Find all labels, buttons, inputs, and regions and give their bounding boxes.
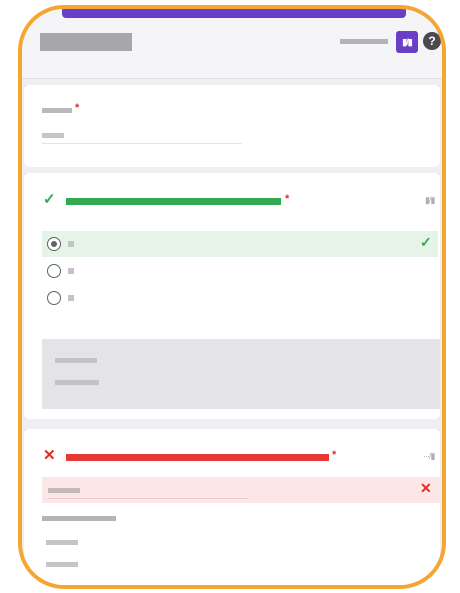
option-label <box>68 295 74 301</box>
help-icon[interactable]: ? <box>423 32 441 50</box>
required-mark: * <box>332 449 337 461</box>
option-row-1[interactable]: ✓ <box>42 231 438 257</box>
score-button[interactable]: ▮/▮ <box>396 31 418 53</box>
radio-selected[interactable] <box>47 237 61 251</box>
answer-incorrect-icon: ✕ <box>420 480 432 496</box>
answer-underline <box>42 143 242 144</box>
option-row-3[interactable] <box>42 285 438 311</box>
score-caption <box>340 39 388 44</box>
question-card-1: * <box>24 85 440 167</box>
correct-answer-1 <box>46 540 78 545</box>
option-correct-check-icon: ✓ <box>420 234 432 250</box>
question-card-3: ✕ * ···/▮ ✕ <box>24 429 440 585</box>
points-label: ···/▮ <box>423 451 435 461</box>
question-title-incorrect <box>66 454 329 461</box>
option-row-2[interactable] <box>42 258 438 284</box>
required-mark: * <box>285 193 290 205</box>
device-frame: ▮/▮ ? * ✓ * ▮/▮ ✓ ✕ * ···/▮ ✕ <box>18 5 446 589</box>
feedback-line-1 <box>55 358 97 363</box>
correct-answer-2 <box>46 562 78 567</box>
incorrect-cross-icon: ✕ <box>43 447 56 464</box>
correct-answer-heading <box>42 516 116 521</box>
feedback-panel <box>42 339 440 409</box>
radio-unselected[interactable] <box>47 291 61 305</box>
required-mark: * <box>75 102 80 114</box>
correct-check-icon: ✓ <box>43 191 56 208</box>
theme-accent-bar <box>62 9 406 18</box>
points-label: ▮/▮ <box>425 195 435 205</box>
question-title-correct <box>66 198 281 205</box>
question-card-2: ✓ * ▮/▮ ✓ <box>24 173 440 419</box>
question-title <box>42 108 72 113</box>
option-label <box>68 268 74 274</box>
form-header: ▮/▮ ? <box>22 9 442 79</box>
answer-text <box>48 488 80 493</box>
form-title <box>40 33 132 51</box>
incorrect-answer-row: ✕ <box>42 477 440 503</box>
radio-unselected[interactable] <box>47 264 61 278</box>
answer-text <box>42 133 64 138</box>
feedback-line-2 <box>55 380 99 385</box>
option-label <box>68 241 74 247</box>
answer-underline <box>48 498 248 499</box>
